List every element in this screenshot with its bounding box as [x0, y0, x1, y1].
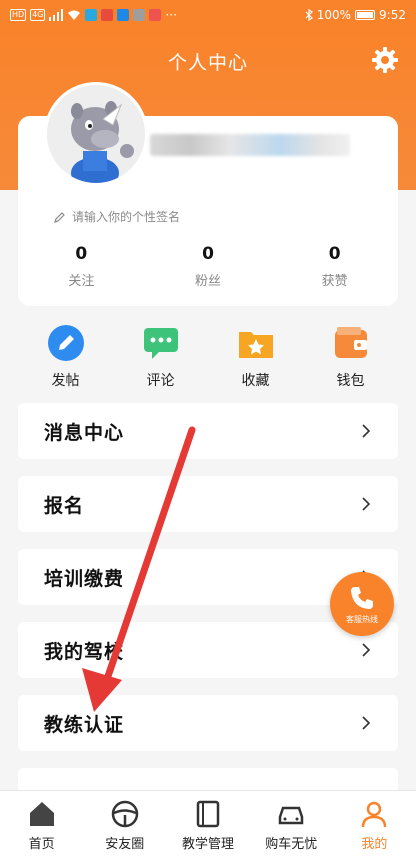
network-badge: 4G [30, 9, 46, 21]
stat-value: 0 [328, 244, 341, 264]
menu-item-label: 消息中心 [44, 421, 125, 444]
nav-home[interactable]: 首页 [0, 791, 83, 860]
quick-action-post[interactable]: 发帖 [18, 324, 113, 390]
status-right: 100% 9:52 [305, 8, 406, 22]
username-blurred [150, 134, 350, 156]
chevron-right-icon [362, 643, 371, 657]
gear-icon[interactable] [370, 45, 400, 75]
pencil-icon [47, 325, 84, 361]
comment-icon [143, 328, 178, 359]
app-notification-icon [85, 9, 98, 21]
stat-likes[interactable]: 0 获赞 [271, 244, 398, 289]
clock: 9:52 [379, 8, 406, 22]
nav-label: 我的 [361, 837, 388, 852]
quick-actions: 发帖 评论 收藏 钱包 [18, 324, 398, 390]
profile-card: 请输入你的个性签名 0 关注 0 粉丝 0 获赞 [18, 82, 398, 306]
nav-label: 安友圈 [105, 837, 145, 852]
app-notification-icon [117, 9, 130, 21]
menu-item-my-driving-school[interactable]: 我的驾校 [18, 622, 398, 678]
status-left: HD 4G ··· [10, 8, 177, 22]
stat-label: 粉丝 [195, 274, 222, 289]
book-icon [196, 800, 220, 828]
quick-action-label: 钱包 [336, 373, 365, 389]
rhino-mascot-icon [47, 85, 145, 183]
star-folder-icon [238, 332, 273, 358]
stat-fans[interactable]: 0 粉丝 [145, 244, 272, 289]
menu-item-label: 报名 [44, 494, 85, 517]
menu-item-coach-certification[interactable]: 教练认证 [18, 695, 398, 751]
chevron-right-icon [362, 716, 371, 730]
stat-following[interactable]: 0 关注 [18, 244, 145, 289]
nav-label: 购车无忧 [265, 837, 318, 852]
edit-icon [54, 211, 65, 223]
app-notification-icon [133, 9, 146, 21]
stat-value: 0 [202, 244, 214, 264]
chevron-right-icon [362, 424, 371, 438]
signature-placeholder: 请输入你的个性签名 [72, 210, 181, 224]
menu-item-registration[interactable]: 报名 [18, 476, 398, 532]
quick-action-comment[interactable]: 评论 [113, 324, 208, 390]
hd-badge: HD [10, 9, 27, 21]
stat-value: 0 [75, 244, 88, 264]
nav-mine[interactable]: 我的 [333, 791, 416, 860]
service-label: 客服热线 [346, 615, 378, 624]
wifi-icon [68, 10, 81, 20]
app-notification-icon [149, 9, 162, 21]
bottom-nav: 首页 安友圈 教学管理 购车无忧 我的 [0, 790, 416, 860]
nav-label: 首页 [28, 837, 55, 852]
signature-input[interactable]: 请输入你的个性签名 [54, 208, 180, 225]
chevron-right-icon [362, 497, 371, 511]
nav-teaching-management[interactable]: 教学管理 [166, 791, 249, 860]
page-title: 个人中心 [167, 52, 248, 74]
status-bar: HD 4G ··· 100% 9:52 [0, 0, 416, 30]
avatar[interactable] [44, 82, 148, 186]
more-notifications: ··· [165, 8, 177, 22]
menu-item-label: 教练认证 [44, 713, 125, 736]
car-icon [278, 806, 304, 825]
menu-item-message-center[interactable]: 消息中心 [18, 403, 398, 459]
quick-action-label: 评论 [146, 373, 175, 389]
nav-label: 教学管理 [182, 837, 235, 852]
signal-icon [49, 9, 64, 21]
quick-action-label: 发帖 [51, 373, 80, 389]
battery-icon [355, 10, 376, 20]
phone-icon [351, 587, 373, 609]
person-icon [362, 801, 387, 828]
nav-car-purchase[interactable]: 购车无忧 [250, 791, 333, 860]
stat-label: 关注 [68, 274, 95, 289]
stat-label: 获赞 [321, 274, 348, 289]
customer-service-button[interactable]: 客服热线 [330, 572, 394, 636]
quick-action-label: 收藏 [241, 373, 270, 389]
quick-action-favorites[interactable]: 收藏 [208, 324, 303, 390]
stats-row: 0 关注 0 粉丝 0 获赞 [18, 244, 398, 289]
nav-friends-circle[interactable]: 安友圈 [83, 791, 166, 860]
bluetooth-icon [305, 9, 313, 21]
wallet-icon [334, 327, 367, 358]
steering-wheel-icon [111, 800, 139, 828]
menu-item-label: 培训缴费 [44, 567, 125, 590]
app-notification-icon [101, 9, 114, 21]
quick-action-wallet[interactable]: 钱包 [303, 324, 398, 390]
battery-percent: 100% [316, 8, 352, 22]
home-icon [29, 802, 54, 826]
menu-item-label: 我的驾校 [44, 640, 125, 663]
